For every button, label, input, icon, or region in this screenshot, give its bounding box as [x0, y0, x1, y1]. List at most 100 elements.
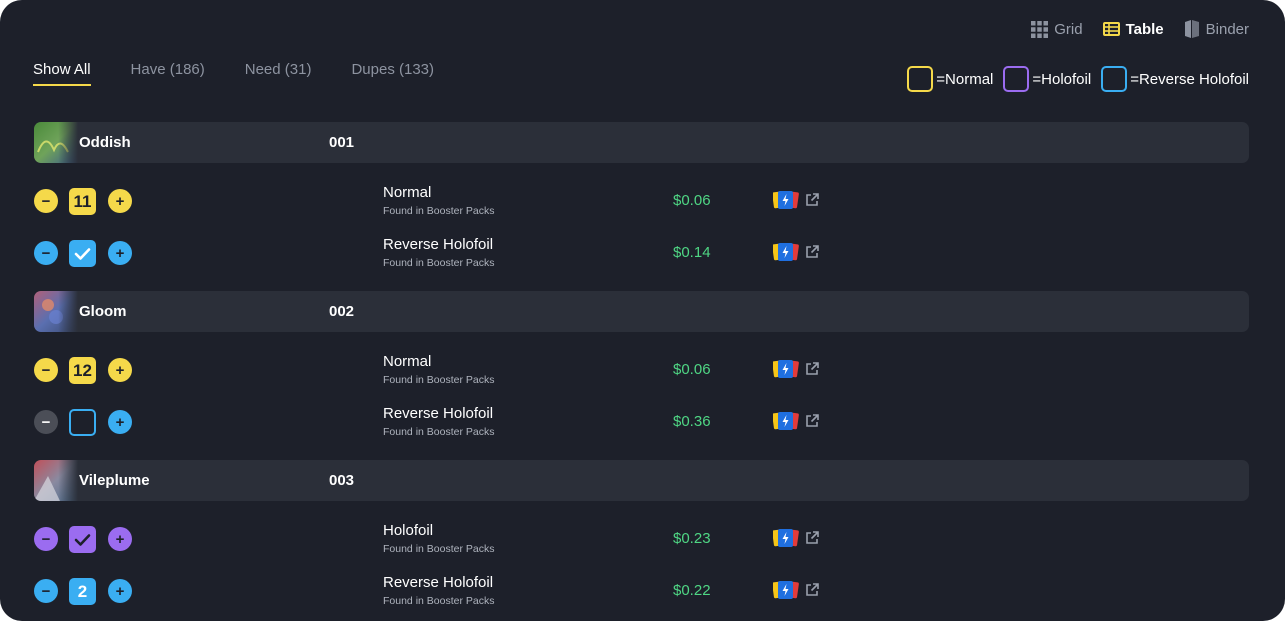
tcgplayer-icon[interactable] [773, 359, 799, 379]
variant-name: Normal [383, 353, 432, 370]
view-table-label: Table [1125, 20, 1164, 38]
external-link-icon[interactable] [804, 244, 820, 260]
quantity-value: 2 [77, 581, 88, 601]
variant-row: − 11 + Normal Found in Booster Packs $0.… [34, 179, 1249, 223]
plus-icon: + [115, 530, 125, 548]
decrement-button[interactable]: − [34, 189, 58, 213]
increment-button[interactable]: + [108, 358, 132, 382]
minus-icon: − [41, 530, 51, 548]
variant-name: Normal [383, 184, 432, 201]
owned-checkbox[interactable] [69, 526, 96, 553]
view-binder-label: Binder [1205, 20, 1249, 38]
card-number: 003 [329, 472, 355, 489]
increment-button[interactable]: + [108, 189, 132, 213]
legend-holofoil-swatch [1003, 66, 1030, 92]
variant-source: Found in Booster Packs [383, 205, 495, 217]
tcgplayer-icon[interactable] [773, 580, 799, 600]
variant-price: $0.36 [673, 413, 711, 430]
view-binder-button[interactable]: Binder [1184, 19, 1249, 39]
quantity-box[interactable]: 11 [69, 188, 96, 215]
tab-need[interactable]: Need (31) [245, 61, 312, 86]
variant-name: Reverse Holofoil [383, 574, 494, 591]
card-number: 002 [329, 303, 355, 320]
variant-legend: =Normal =Holofoil =Reverse Holofoil [907, 66, 1249, 92]
tab-have[interactable]: Have (186) [131, 61, 205, 86]
plus-icon: + [115, 244, 125, 262]
increment-button[interactable]: + [108, 410, 132, 434]
legend-reverse-label: =Reverse Holofoil [1130, 70, 1249, 88]
decrement-button[interactable]: − [34, 241, 58, 265]
quantity-box[interactable]: 2 [69, 578, 96, 605]
variant-row: − 2 + Reverse Holofoil Found in Booster … [34, 569, 1249, 613]
variant-row: − + Reverse Holofoil Found in Booster Pa… [34, 231, 1249, 275]
tcgplayer-icon[interactable] [773, 528, 799, 548]
minus-icon: − [41, 413, 51, 431]
check-icon [74, 533, 91, 546]
increment-button[interactable]: + [108, 527, 132, 551]
decrement-button[interactable]: − [34, 527, 58, 551]
minus-icon: − [41, 244, 51, 262]
quantity-value: 12 [73, 360, 92, 380]
card-number: 001 [329, 134, 355, 151]
variant-source: Found in Booster Packs [383, 426, 495, 438]
owned-checkbox[interactable] [69, 240, 96, 267]
grid-icon [1031, 20, 1049, 38]
minus-icon: − [41, 192, 51, 210]
check-icon [74, 247, 91, 260]
variant-row: − + Reverse Holofoil Found in Booster Pa… [34, 400, 1249, 444]
variant-source: Found in Booster Packs [383, 257, 495, 269]
card-name: Gloom [79, 303, 127, 320]
card-name: Oddish [79, 134, 131, 151]
plus-icon: + [115, 361, 125, 379]
decrement-button[interactable]: − [34, 410, 58, 434]
decrement-button[interactable]: − [34, 358, 58, 382]
view-table-button[interactable]: Table [1102, 19, 1164, 39]
tcgplayer-icon[interactable] [773, 190, 799, 210]
variant-name: Holofoil [383, 522, 434, 539]
external-link-icon[interactable] [804, 530, 820, 546]
variant-price: $0.22 [673, 582, 711, 599]
legend-normal-label: =Normal [936, 70, 994, 88]
view-grid-label: Grid [1054, 20, 1083, 38]
tcgplayer-icon[interactable] [773, 242, 799, 262]
variant-name: Reverse Holofoil [383, 236, 494, 253]
variant-name: Reverse Holofoil [383, 405, 494, 422]
external-link-icon[interactable] [804, 582, 820, 598]
external-link-icon[interactable] [804, 413, 820, 429]
filter-tabs: Show All Have (186) Need (31) Dupes (133… [33, 61, 434, 86]
legend-holofoil-label: =Holofoil [1032, 70, 1092, 88]
variant-row: − + Holofoil Found in Booster Packs $0.2… [34, 517, 1249, 561]
tab-dupes[interactable]: Dupes (133) [351, 61, 434, 86]
variant-source: Found in Booster Packs [383, 374, 495, 386]
card-header-gloom[interactable]: Gloom 002 [34, 291, 1249, 332]
card-header-vileplume[interactable]: Vileplume 003 [34, 460, 1249, 501]
minus-icon: − [41, 361, 51, 379]
quantity-value: 11 [73, 191, 92, 211]
variant-price: $0.06 [673, 192, 711, 209]
plus-icon: + [115, 413, 125, 431]
external-link-icon[interactable] [804, 192, 820, 208]
plus-icon: + [115, 192, 125, 210]
card-header-oddish[interactable]: Oddish 001 [34, 122, 1249, 163]
increment-button[interactable]: + [108, 579, 132, 603]
variant-source: Found in Booster Packs [383, 595, 495, 607]
plus-icon: + [115, 582, 125, 600]
variant-price: $0.06 [673, 361, 711, 378]
card-thumbnail [34, 291, 78, 332]
legend-normal: =Normal [907, 66, 993, 92]
tab-show-all[interactable]: Show All [33, 61, 91, 86]
external-link-icon[interactable] [804, 361, 820, 377]
owned-checkbox[interactable] [69, 409, 96, 436]
collection-app: Grid Table Binder Show All Have (186) Ne… [0, 0, 1285, 621]
view-switch: Grid Table Binder [1031, 19, 1249, 39]
binder-icon [1184, 20, 1199, 38]
quantity-box[interactable]: 12 [69, 357, 96, 384]
minus-icon: − [41, 582, 51, 600]
card-thumbnail [34, 122, 78, 163]
view-grid-button[interactable]: Grid [1031, 19, 1083, 39]
increment-button[interactable]: + [108, 241, 132, 265]
variant-price: $0.14 [673, 244, 711, 261]
decrement-button[interactable]: − [34, 579, 58, 603]
tcgplayer-icon[interactable] [773, 411, 799, 431]
variant-source: Found in Booster Packs [383, 543, 495, 555]
